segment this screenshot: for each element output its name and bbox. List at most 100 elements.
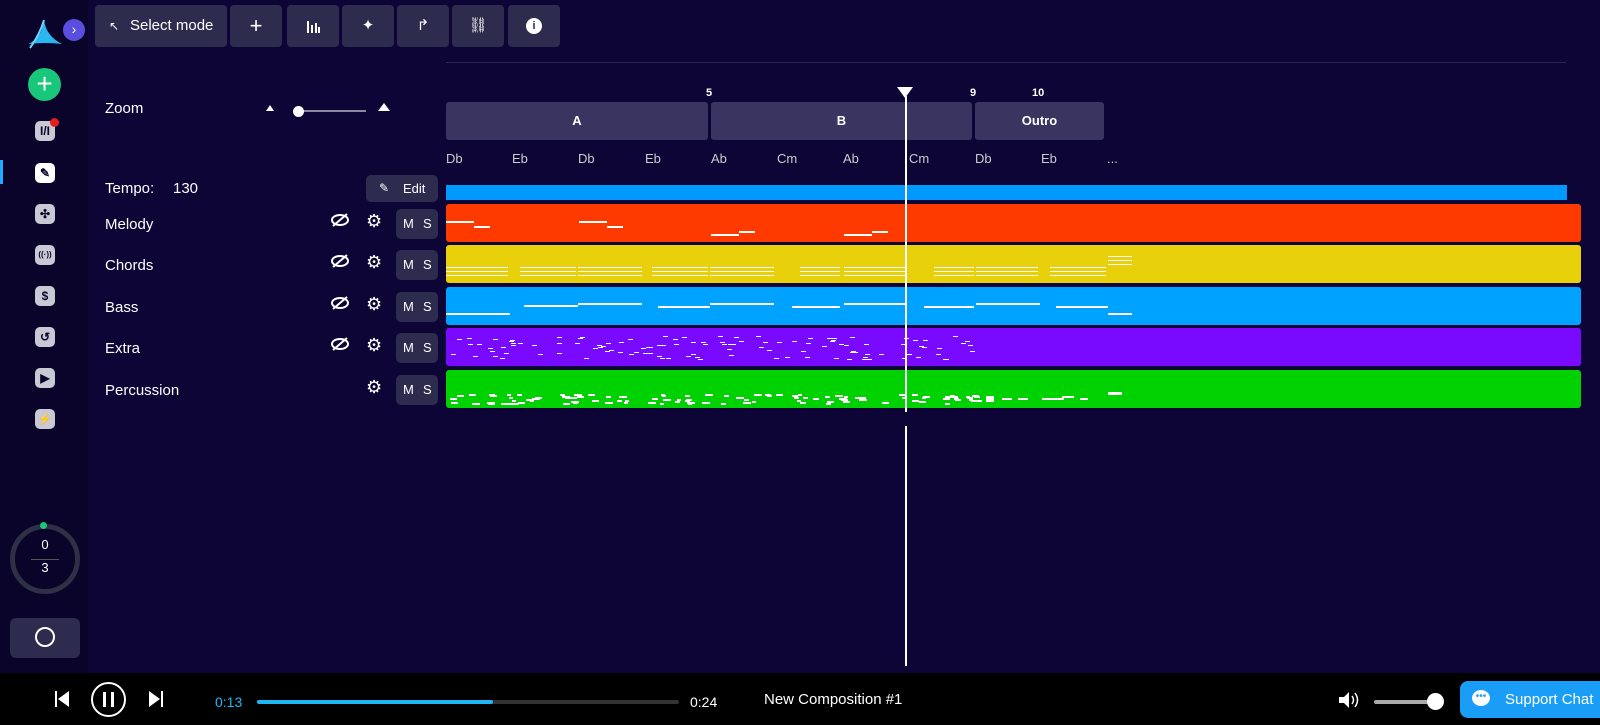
note[interactable]: [524, 305, 578, 307]
note[interactable]: [685, 395, 690, 397]
note[interactable]: [943, 359, 948, 360]
track-name-bass[interactable]: Bass: [105, 299, 138, 316]
note[interactable]: [847, 359, 852, 360]
note[interactable]: [711, 234, 739, 236]
note[interactable]: [488, 403, 495, 405]
skip-back-icon[interactable]: [54, 690, 70, 713]
note[interactable]: [710, 267, 774, 268]
visibility-toggle-bass[interactable]: [330, 296, 350, 314]
note[interactable]: [606, 343, 611, 344]
note[interactable]: [827, 338, 832, 339]
note[interactable]: [839, 344, 844, 345]
note[interactable]: [451, 354, 456, 355]
note[interactable]: [474, 226, 490, 228]
solo-button-bass[interactable]: S: [423, 299, 432, 314]
note[interactable]: [850, 337, 855, 338]
note[interactable]: [579, 221, 607, 223]
note[interactable]: [509, 341, 514, 342]
note[interactable]: [800, 271, 840, 272]
note[interactable]: [797, 400, 801, 402]
track-settings-melody[interactable]: ⚙: [366, 211, 382, 232]
note[interactable]: [923, 340, 928, 341]
note[interactable]: [682, 337, 687, 338]
note[interactable]: [510, 340, 515, 341]
note[interactable]: [832, 338, 837, 339]
note[interactable]: [451, 402, 458, 404]
note[interactable]: [625, 400, 629, 402]
note[interactable]: [740, 397, 744, 399]
note[interactable]: [643, 353, 648, 354]
note[interactable]: [955, 399, 961, 401]
note[interactable]: [663, 336, 668, 337]
mute-button-percussion[interactable]: M: [403, 382, 414, 397]
note[interactable]: [446, 313, 510, 315]
note[interactable]: [617, 400, 622, 402]
note[interactable]: [1050, 271, 1106, 272]
note[interactable]: [598, 347, 603, 348]
note[interactable]: [1108, 313, 1132, 315]
pause-button[interactable]: [91, 682, 126, 717]
note[interactable]: [1042, 398, 1064, 400]
note[interactable]: [588, 394, 595, 396]
note[interactable]: [673, 339, 678, 340]
note[interactable]: [605, 351, 610, 352]
note[interactable]: [710, 271, 774, 272]
note[interactable]: [563, 403, 570, 405]
chord-label[interactable]: Eb: [645, 151, 661, 166]
note[interactable]: [504, 353, 509, 354]
note[interactable]: [864, 344, 869, 345]
playhead[interactable]: [905, 96, 907, 666]
chord-label[interactable]: Db: [975, 151, 992, 166]
note[interactable]: [580, 337, 585, 338]
note[interactable]: [850, 352, 855, 353]
note[interactable]: [794, 397, 799, 399]
track-settings-bass[interactable]: ⚙: [366, 294, 382, 315]
playhead-handle[interactable]: [897, 87, 913, 98]
note[interactable]: [1108, 264, 1132, 265]
note[interactable]: [688, 403, 692, 405]
note[interactable]: [835, 395, 843, 397]
note[interactable]: [965, 341, 970, 342]
note[interactable]: [562, 396, 570, 398]
note[interactable]: [624, 402, 628, 404]
note[interactable]: [863, 357, 868, 358]
note[interactable]: [658, 306, 710, 308]
note[interactable]: [618, 352, 623, 353]
note[interactable]: [450, 398, 457, 400]
note[interactable]: [934, 275, 974, 276]
note[interactable]: [1108, 256, 1132, 257]
note[interactable]: [822, 346, 827, 347]
shuffle-icon[interactable]: ✣: [35, 204, 55, 224]
note[interactable]: [677, 399, 681, 401]
note[interactable]: [792, 341, 797, 342]
note[interactable]: [739, 231, 755, 233]
note[interactable]: [520, 271, 576, 272]
chord-label[interactable]: Db: [578, 151, 595, 166]
chord-label[interactable]: Eb: [512, 151, 528, 166]
note[interactable]: [720, 342, 725, 343]
note[interactable]: [1080, 398, 1088, 400]
note[interactable]: [1062, 396, 1074, 398]
mute-button-chords[interactable]: M: [403, 257, 414, 272]
note[interactable]: [774, 358, 779, 359]
note[interactable]: [872, 231, 888, 233]
track-name-extra[interactable]: Extra: [105, 340, 140, 357]
note[interactable]: [744, 399, 749, 401]
note[interactable]: [907, 354, 912, 355]
note[interactable]: [674, 344, 679, 345]
note[interactable]: [511, 343, 516, 344]
note[interactable]: [844, 303, 906, 305]
note[interactable]: [661, 394, 665, 396]
note[interactable]: [767, 350, 772, 351]
note[interactable]: [472, 403, 480, 405]
note[interactable]: [756, 336, 761, 337]
note[interactable]: [792, 306, 840, 308]
tempo-edit-button[interactable]: ✎ Edit: [366, 175, 438, 202]
section-a[interactable]: A: [446, 102, 708, 140]
note[interactable]: [924, 306, 974, 308]
note[interactable]: [578, 275, 642, 276]
mute-button-melody[interactable]: M: [403, 216, 414, 231]
note[interactable]: [501, 347, 506, 348]
note[interactable]: [763, 342, 768, 343]
zoom-in-icon[interactable]: [378, 103, 390, 111]
